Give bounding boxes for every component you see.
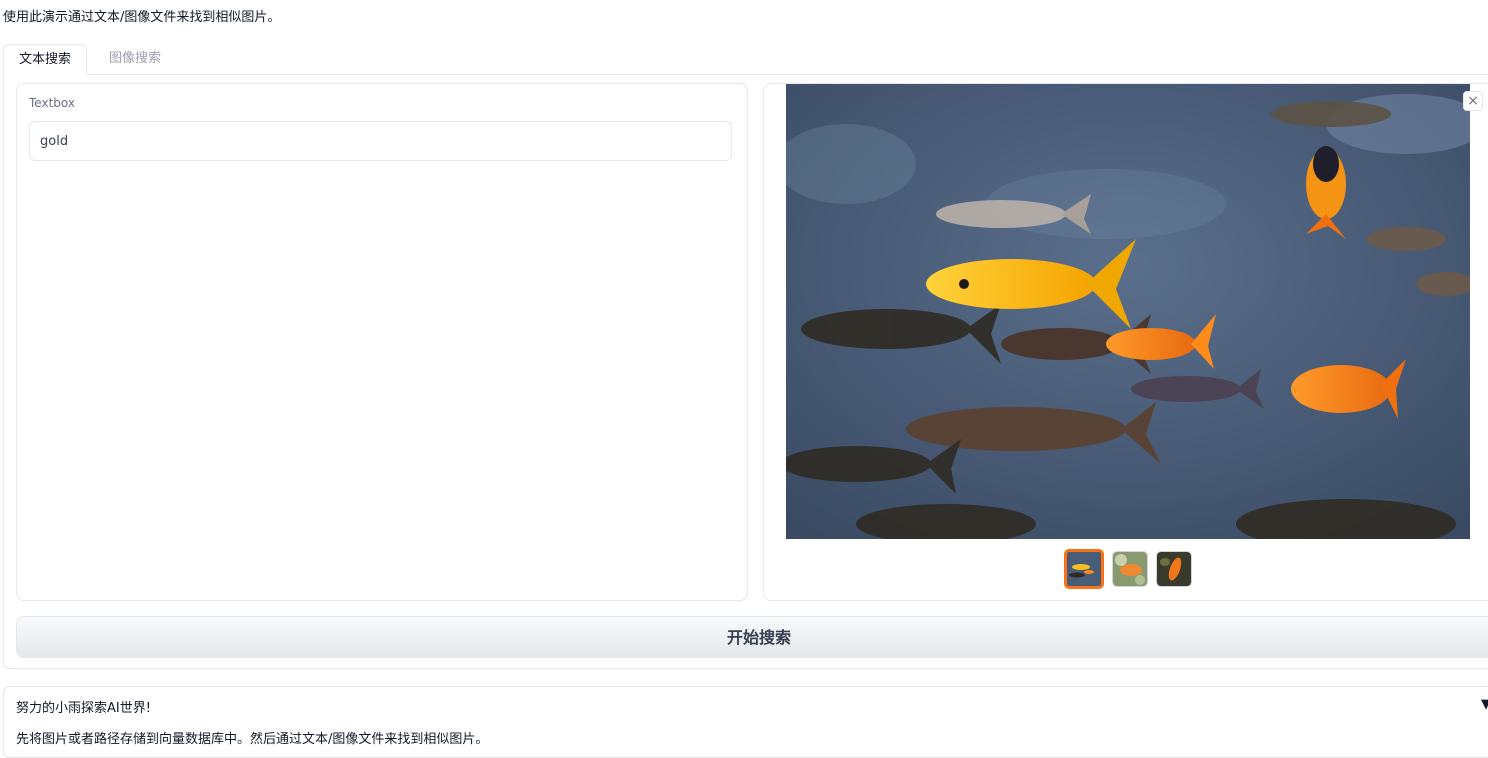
- close-icon[interactable]: ×: [1463, 91, 1483, 111]
- fish-pond-image: [786, 84, 1470, 539]
- query-input[interactable]: [29, 121, 732, 161]
- thumbnail-3-image: [1157, 552, 1191, 586]
- accordion-title[interactable]: 努力的小雨探索AI世界!: [16, 697, 151, 716]
- textbox-label: Textbox: [29, 96, 75, 110]
- thumbnail-1-image: [1067, 552, 1101, 586]
- chevron-down-icon[interactable]: ▼: [1481, 697, 1488, 712]
- thumbnail-2-image: [1113, 552, 1147, 586]
- textbox-card: Textbox: [16, 83, 748, 601]
- info-accordion: 努力的小雨探索AI世界! ▼ 先将图片或者路径存储到向量数据库中。然后通过文本/…: [3, 686, 1488, 758]
- thumbnail-3[interactable]: [1156, 551, 1192, 587]
- intro-text: 使用此演示通过文本/图像文件来找到相似图片。: [3, 10, 281, 25]
- thumbnail-strip: [1064, 549, 1204, 591]
- start-search-button[interactable]: 开始搜索: [16, 616, 1488, 658]
- tab-panel: Textbox gold × 开始搜索: [3, 73, 1488, 669]
- thumbnail-2[interactable]: [1112, 551, 1148, 587]
- thumbnail-1[interactable]: [1064, 549, 1104, 589]
- tab-text-search[interactable]: 文本搜索: [3, 44, 88, 75]
- tab-bar: 文本搜索 图像搜索: [3, 44, 1488, 75]
- gallery-card: ×: [763, 83, 1488, 601]
- accordion-body: 先将图片或者路径存储到向量数据库中。然后通过文本/图像文件来找到相似图片。: [16, 732, 489, 747]
- gallery-preview-image[interactable]: [786, 84, 1470, 539]
- tabs-container: 文本搜索 图像搜索 Textbox gold × 开始搜索: [3, 44, 1488, 669]
- tab-image-search[interactable]: 图像搜索: [94, 44, 176, 73]
